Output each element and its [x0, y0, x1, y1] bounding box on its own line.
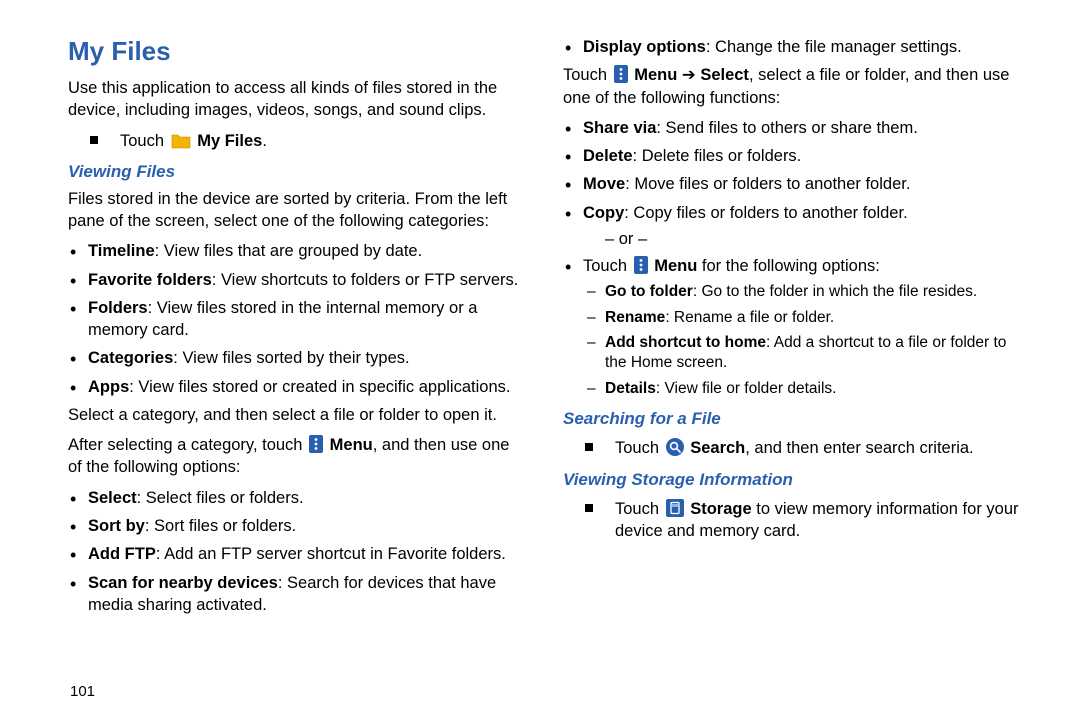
list-item: Categories: View files sorted by their t… — [88, 347, 527, 369]
list-item: Rename: Rename a file or folder. — [605, 308, 1022, 328]
storage-icon — [666, 499, 684, 517]
list-item: Folders: View files stored in the intern… — [88, 297, 527, 342]
list-item: Share via: Send files to others or share… — [583, 117, 1022, 139]
intro-paragraph: Use this application to access all kinds… — [68, 77, 527, 122]
list-item: Sort by: Sort files or folders. — [88, 515, 527, 537]
search-icon — [666, 438, 684, 456]
list-item: Add shortcut to home: Add a shortcut to … — [605, 333, 1022, 374]
viewing-files-intro: Files stored in the device are sorted by… — [68, 188, 527, 233]
list-item: Display options: Change the file manager… — [583, 36, 1022, 58]
options-list-2: Share via: Send files to others or share… — [563, 117, 1022, 224]
or-divider: – or – — [605, 230, 1022, 249]
categories-list: Timeline: View files that are grouped by… — [68, 240, 527, 398]
storage-heading: Viewing Storage Information — [563, 470, 1022, 490]
list-item: Add FTP: Add an FTP server shortcut in F… — [88, 543, 527, 565]
my-files-label: My Files — [197, 132, 262, 150]
viewing-files-heading: Viewing Files — [68, 162, 527, 182]
page-title: My Files — [68, 36, 527, 67]
folder-icon — [171, 133, 191, 149]
page-number: 101 — [70, 683, 95, 700]
menu-icon — [634, 256, 648, 274]
list-item: Timeline: View files that are grouped by… — [88, 240, 527, 262]
touch-prefix: Touch — [120, 132, 169, 150]
list-item: Apps: View files stored or created in sp… — [88, 376, 527, 398]
list-item: Select: Select files or folders. — [88, 487, 527, 509]
manual-page: My Files Use this application to access … — [0, 0, 1080, 652]
touch-my-files-row: Touch My Files. — [68, 130, 527, 152]
touch-menu-row: Touch Menu for the following options: Go… — [563, 255, 1022, 400]
select-category-line: Select a category, and then select a fil… — [68, 404, 527, 426]
search-row: Touch Search, and then enter search crit… — [563, 437, 1022, 459]
list-item: Move: Move files or folders to another f… — [583, 173, 1022, 195]
list-item: Copy: Copy files or folders to another f… — [583, 202, 1022, 224]
list-item: Touch Menu for the following options: Go… — [583, 255, 1022, 400]
list-item: Delete: Delete files or folders. — [583, 145, 1022, 167]
list-item: Details: View file or folder details. — [605, 379, 1022, 399]
searching-heading: Searching for a File — [563, 409, 1022, 429]
menu-icon — [614, 65, 628, 83]
sub-options-list: Go to folder: Go to the folder in which … — [583, 282, 1022, 399]
list-item: Scan for nearby devices: Search for devi… — [88, 572, 527, 617]
menu-select-line: Touch Menu ➔ Select, select a file or fo… — [563, 64, 1022, 109]
storage-row: Touch Storage to view memory information… — [563, 498, 1022, 543]
after-selecting-line: After selecting a category, touch Menu, … — [68, 434, 527, 479]
period: . — [262, 132, 267, 150]
list-item: Go to folder: Go to the folder in which … — [605, 282, 1022, 302]
list-item: Favorite folders: View shortcuts to fold… — [88, 269, 527, 291]
menu-icon — [309, 435, 323, 453]
